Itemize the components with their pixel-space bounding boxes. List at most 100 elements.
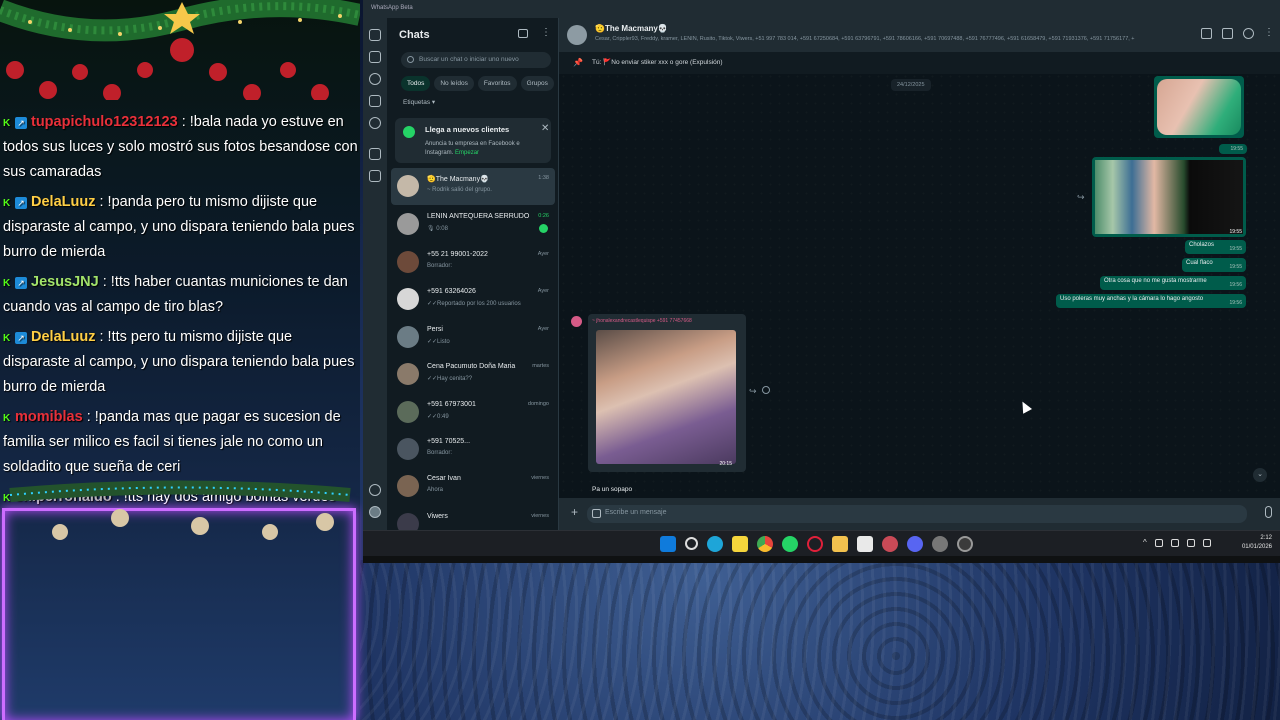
avatar: [397, 326, 419, 348]
filter-todos[interactable]: Todos: [401, 76, 431, 91]
search-placeholder: Buscar un chat o iniciar uno nuevo: [419, 56, 519, 63]
chat-item[interactable]: +55 21 99001-2022 Borrador: Ayer: [391, 244, 555, 281]
overlay-chat-list: K ↗ tupapichulo12312123 : !bala nada yo es…: [3, 110, 358, 515]
keyboard-icon[interactable]: [1170, 539, 1179, 547]
sticky-notes-icon[interactable]: [732, 536, 748, 552]
chat-item[interactable]: 🫡The Macmany💀 ~ Rodrik salió del grupo. …: [391, 168, 555, 205]
microphone-icon[interactable]: [1265, 506, 1272, 518]
image-thumbnail: [1095, 160, 1243, 234]
edge-icon[interactable]: [707, 536, 723, 552]
chat-item[interactable]: +591 63264026 ✓✓Reportado por los 200 us…: [391, 281, 555, 318]
search-icon[interactable]: [1243, 28, 1254, 39]
volume-icon[interactable]: [1202, 539, 1211, 547]
promo-link[interactable]: Empezar: [455, 150, 479, 156]
new-chat-icon[interactable]: [518, 29, 528, 38]
obs-icon[interactable]: [957, 536, 973, 552]
filter-favoritos[interactable]: Favoritos: [477, 76, 517, 91]
pinned-message[interactable]: Tú: 🚩No enviar stiker xxx o gore (Expuls…: [559, 52, 1280, 74]
promo-text: Anuncia tu empresa en Facebook e Instagr…: [425, 140, 547, 158]
clock[interactable]: 2:12 01/01/2026: [1242, 534, 1272, 552]
outgoing-image-message[interactable]: 19:55: [1092, 157, 1246, 237]
chat-sidebar: Chats ⋮ Buscar un chat o iniciar uno nue…: [387, 18, 559, 530]
taskbar-apps: [660, 536, 973, 552]
channels-icon[interactable]: [369, 95, 381, 107]
chat-username: momiblas: [15, 409, 83, 425]
status-icon[interactable]: [369, 73, 381, 85]
kick-badge-icon: K: [3, 278, 11, 289]
conversation-header[interactable]: 🫡The Macmany💀 Cesar, Crippler93, Freddy,…: [559, 18, 1280, 52]
message-text: Cholazos: [1189, 242, 1215, 248]
search-icon[interactable]: [685, 537, 698, 550]
filter-grupos[interactable]: Grupos: [520, 76, 554, 91]
filter-no-leidos[interactable]: No leídos: [434, 76, 474, 91]
composer-placeholder: Escribe un mensaje: [605, 509, 667, 516]
chat-time: 1:38: [538, 175, 549, 181]
pinned-text: Tú: 🚩No enviar stiker xxx o gore (Expuls…: [592, 59, 723, 66]
stream-scene: K ↗ tupapichulo12312123 : !bala nada yo es…: [0, 0, 1280, 720]
incoming-image-message[interactable]: ~ jhonalexandrecastlequispe +591 7745766…: [588, 314, 746, 472]
kick-badge-icon: K: [3, 413, 11, 424]
outgoing-message[interactable]: Cholazos 19:55: [1185, 240, 1246, 254]
microphone-icon[interactable]: [1154, 539, 1163, 547]
chat-item[interactable]: LENIN ANTEQUERA SERRUDO 🎙 0:08 0:26: [391, 206, 555, 243]
overlay-message: K ↗ DelaLuuz : !panda pero tu mismo dijist…: [3, 190, 358, 265]
outgoing-message[interactable]: Uso poleras muy anchas y la cámara lo ha…: [1056, 294, 1246, 308]
file-explorer-icon[interactable]: [832, 536, 848, 552]
chevron-up-icon[interactable]: ^: [1143, 539, 1147, 547]
chat-time: viernes: [531, 513, 549, 519]
app-icon[interactable]: [932, 536, 948, 552]
outgoing-image-message[interactable]: [1154, 76, 1244, 138]
chat-item[interactable]: +591 67973001 ✓✓0:49 domingo: [391, 394, 555, 431]
chats-icon[interactable]: [369, 29, 381, 41]
whatsapp-window: WhatsApp Beta Chats ⋮ Buscar un chat o i…: [363, 0, 1280, 563]
group-avatar[interactable]: [567, 25, 587, 45]
avatar: [397, 175, 419, 197]
outgoing-message[interactable]: Cual flaco 19:55: [1182, 258, 1246, 272]
sticker-icon[interactable]: [592, 509, 601, 518]
settings-icon[interactable]: [369, 484, 381, 496]
chrome-icon[interactable]: [757, 536, 773, 552]
forward-icon[interactable]: ↪: [1077, 192, 1085, 203]
chat-name: +591 63264026: [427, 288, 476, 295]
nav-rail: [363, 18, 387, 530]
store-icon[interactable]: [857, 536, 873, 552]
archive-icon[interactable]: [369, 148, 381, 160]
chat-name: LENIN ANTEQUERA SERRUDO: [427, 213, 530, 220]
chat-item[interactable]: Persi ✓✓Listo Ayer: [391, 319, 555, 356]
search-input[interactable]: Buscar un chat o iniciar uno nuevo: [401, 52, 551, 68]
verified-badge-icon: ↗: [15, 117, 27, 129]
opera-icon[interactable]: [807, 536, 823, 552]
communities-icon[interactable]: [369, 117, 381, 129]
chat-item[interactable]: Cena Pacumuto Doña Maria ✓✓Hay cenita?? …: [391, 356, 555, 393]
discord-icon[interactable]: [907, 536, 923, 552]
network-icon[interactable]: [1186, 539, 1195, 547]
chat-time: domingo: [527, 401, 549, 407]
forward-icon[interactable]: ↪: [749, 386, 757, 397]
scroll-down-icon[interactable]: ⌄: [1253, 468, 1267, 482]
message-time: 20:15: [719, 461, 732, 467]
phone-icon[interactable]: [1222, 28, 1233, 39]
attach-icon[interactable]: +: [571, 505, 578, 519]
chat-item[interactable]: Cesar Ivan Ahora viernes: [391, 468, 555, 505]
calls-icon[interactable]: [369, 51, 381, 63]
message-time: 19:55: [1230, 146, 1243, 152]
christmas-garland-top: [0, 0, 360, 100]
app-icon[interactable]: [882, 536, 898, 552]
message-input[interactable]: Escribe un mensaje: [587, 505, 1247, 523]
sender-avatar[interactable]: [571, 316, 582, 327]
menu-icon[interactable]: ⋮: [1264, 28, 1274, 39]
chat-item[interactable]: +591 70525... Borrador:: [391, 431, 555, 468]
whatsapp-icon[interactable]: [782, 536, 798, 552]
starred-icon[interactable]: [369, 170, 381, 182]
start-icon[interactable]: [660, 536, 676, 552]
video-call-icon[interactable]: [1201, 28, 1212, 39]
verified-badge-icon: ↗: [15, 197, 27, 209]
emoji-react-icon[interactable]: [762, 386, 770, 394]
menu-icon[interactable]: ⋮: [541, 27, 551, 38]
profile-avatar[interactable]: [369, 506, 381, 518]
close-icon[interactable]: ✕: [541, 123, 549, 134]
chat-item[interactable]: Viwers viernes: [391, 506, 555, 530]
labels-dropdown[interactable]: Etiquetas ▾: [403, 98, 435, 106]
chat-preview: ~ Rodrik salió del grupo.: [427, 187, 492, 193]
outgoing-message[interactable]: Otra cosa que no me gusta mostrarme 19:56: [1100, 276, 1246, 290]
